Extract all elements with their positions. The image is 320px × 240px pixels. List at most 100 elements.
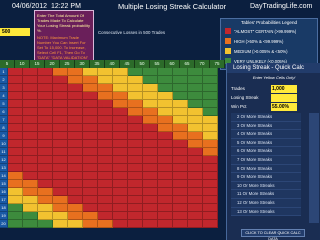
grid-cell[interactable] <box>8 68 23 76</box>
grid-cell[interactable] <box>68 172 83 180</box>
grid-cell[interactable] <box>158 140 173 148</box>
grid-cell[interactable] <box>128 116 143 124</box>
grid-cell[interactable] <box>83 220 98 228</box>
grid-cell[interactable] <box>188 84 203 92</box>
trades-input[interactable]: 500 <box>0 28 30 36</box>
grid-cell[interactable] <box>158 116 173 124</box>
grid-cell[interactable] <box>173 108 188 116</box>
grid-cell[interactable] <box>158 76 173 84</box>
streak-list-item[interactable]: 13 Or More Streaks <box>231 207 301 217</box>
streak-list-item[interactable]: 2 Or More Streaks <box>231 113 301 122</box>
grid-cell[interactable] <box>83 108 98 116</box>
grid-cell[interactable] <box>53 100 68 108</box>
grid-cell[interactable] <box>128 196 143 204</box>
grid-cell[interactable] <box>173 156 188 164</box>
grid-cell[interactable] <box>8 124 23 132</box>
grid-cell[interactable] <box>203 84 218 92</box>
grid-cell[interactable] <box>143 164 158 172</box>
grid-cell[interactable] <box>53 156 68 164</box>
grid-cell[interactable] <box>53 180 68 188</box>
grid-cell[interactable] <box>128 164 143 172</box>
grid-cell[interactable] <box>98 100 113 108</box>
streak-list-item[interactable]: 7 Or More Streaks <box>231 155 301 165</box>
grid-cell[interactable] <box>38 124 53 132</box>
grid-cell[interactable] <box>188 108 203 116</box>
grid-cell[interactable] <box>188 132 203 140</box>
grid-cell[interactable] <box>203 100 218 108</box>
grid-cell[interactable] <box>113 124 128 132</box>
grid-cell[interactable] <box>158 164 173 172</box>
grid-cell[interactable] <box>53 116 68 124</box>
grid-cell[interactable] <box>128 108 143 116</box>
grid-cell[interactable] <box>188 68 203 76</box>
grid-cell[interactable] <box>98 108 113 116</box>
grid-row-header[interactable]: 1 <box>0 68 8 76</box>
grid-cell[interactable] <box>23 196 38 204</box>
grid-cell[interactable] <box>158 100 173 108</box>
grid-cell[interactable] <box>23 92 38 100</box>
grid-cell[interactable] <box>113 196 128 204</box>
grid-cell[interactable] <box>53 188 68 196</box>
grid-cell[interactable] <box>38 76 53 84</box>
grid-cell[interactable] <box>158 84 173 92</box>
grid-cell[interactable] <box>8 156 23 164</box>
grid-cell[interactable] <box>68 100 83 108</box>
grid-cell[interactable] <box>38 84 53 92</box>
streak-list-item[interactable]: 6 Or More Streaks <box>231 147 301 156</box>
grid-row-header[interactable]: 10 <box>0 140 8 148</box>
grid-cell[interactable] <box>113 108 128 116</box>
grid-cell[interactable] <box>98 76 113 84</box>
streak-list-item[interactable]: 9 Or More Streaks <box>231 173 301 182</box>
grid-cell[interactable] <box>128 180 143 188</box>
grid-cell[interactable] <box>68 68 83 76</box>
streak-list-item[interactable]: 4 Or More Streaks <box>231 130 301 139</box>
grid-cell[interactable] <box>83 116 98 124</box>
grid-cell[interactable] <box>128 204 143 212</box>
grid-cell[interactable] <box>173 164 188 172</box>
grid-cell[interactable] <box>113 180 128 188</box>
grid-cell[interactable] <box>8 148 23 156</box>
grid-cell[interactable] <box>68 108 83 116</box>
grid-cell[interactable] <box>38 92 53 100</box>
grid-cell[interactable] <box>68 196 83 204</box>
grid-cell[interactable] <box>98 116 113 124</box>
grid-cell[interactable] <box>53 140 68 148</box>
grid-cell[interactable] <box>173 124 188 132</box>
grid-cell[interactable] <box>173 172 188 180</box>
grid-cell[interactable] <box>23 212 38 220</box>
grid-cell[interactable] <box>113 172 128 180</box>
grid-cell[interactable] <box>83 212 98 220</box>
grid-cell[interactable] <box>173 132 188 140</box>
grid-cell[interactable] <box>158 108 173 116</box>
site-link[interactable]: DayTradingLife.com <box>250 0 312 14</box>
grid-cell[interactable] <box>8 76 23 84</box>
grid-cell[interactable] <box>83 172 98 180</box>
grid-cell[interactable] <box>128 132 143 140</box>
grid-cell[interactable] <box>38 156 53 164</box>
grid-cell[interactable] <box>98 148 113 156</box>
grid-cell[interactable] <box>173 220 188 228</box>
grid-cell[interactable] <box>8 164 23 172</box>
grid-cell[interactable] <box>8 132 23 140</box>
grid-cell[interactable] <box>188 180 203 188</box>
grid-cell[interactable] <box>173 180 188 188</box>
grid-cell[interactable] <box>188 76 203 84</box>
grid-cell[interactable] <box>68 188 83 196</box>
grid-cell[interactable] <box>143 84 158 92</box>
grid-cell[interactable] <box>188 100 203 108</box>
grid-cell[interactable] <box>158 212 173 220</box>
grid-cell[interactable] <box>173 68 188 76</box>
grid-row-header[interactable]: 17 <box>0 196 8 204</box>
grid-cell[interactable] <box>188 148 203 156</box>
grid-cell[interactable] <box>188 188 203 196</box>
grid-cell[interactable] <box>53 68 68 76</box>
quick-trades-input[interactable]: 1,000 <box>271 85 297 93</box>
grid-cell[interactable] <box>113 204 128 212</box>
quick-winpct-input[interactable]: 55.00% <box>271 103 297 111</box>
grid-cell[interactable] <box>8 116 23 124</box>
grid-cell[interactable] <box>173 76 188 84</box>
grid-cell[interactable] <box>83 140 98 148</box>
grid-cell[interactable] <box>203 204 218 212</box>
grid-cell[interactable] <box>38 204 53 212</box>
grid-cell[interactable] <box>98 164 113 172</box>
